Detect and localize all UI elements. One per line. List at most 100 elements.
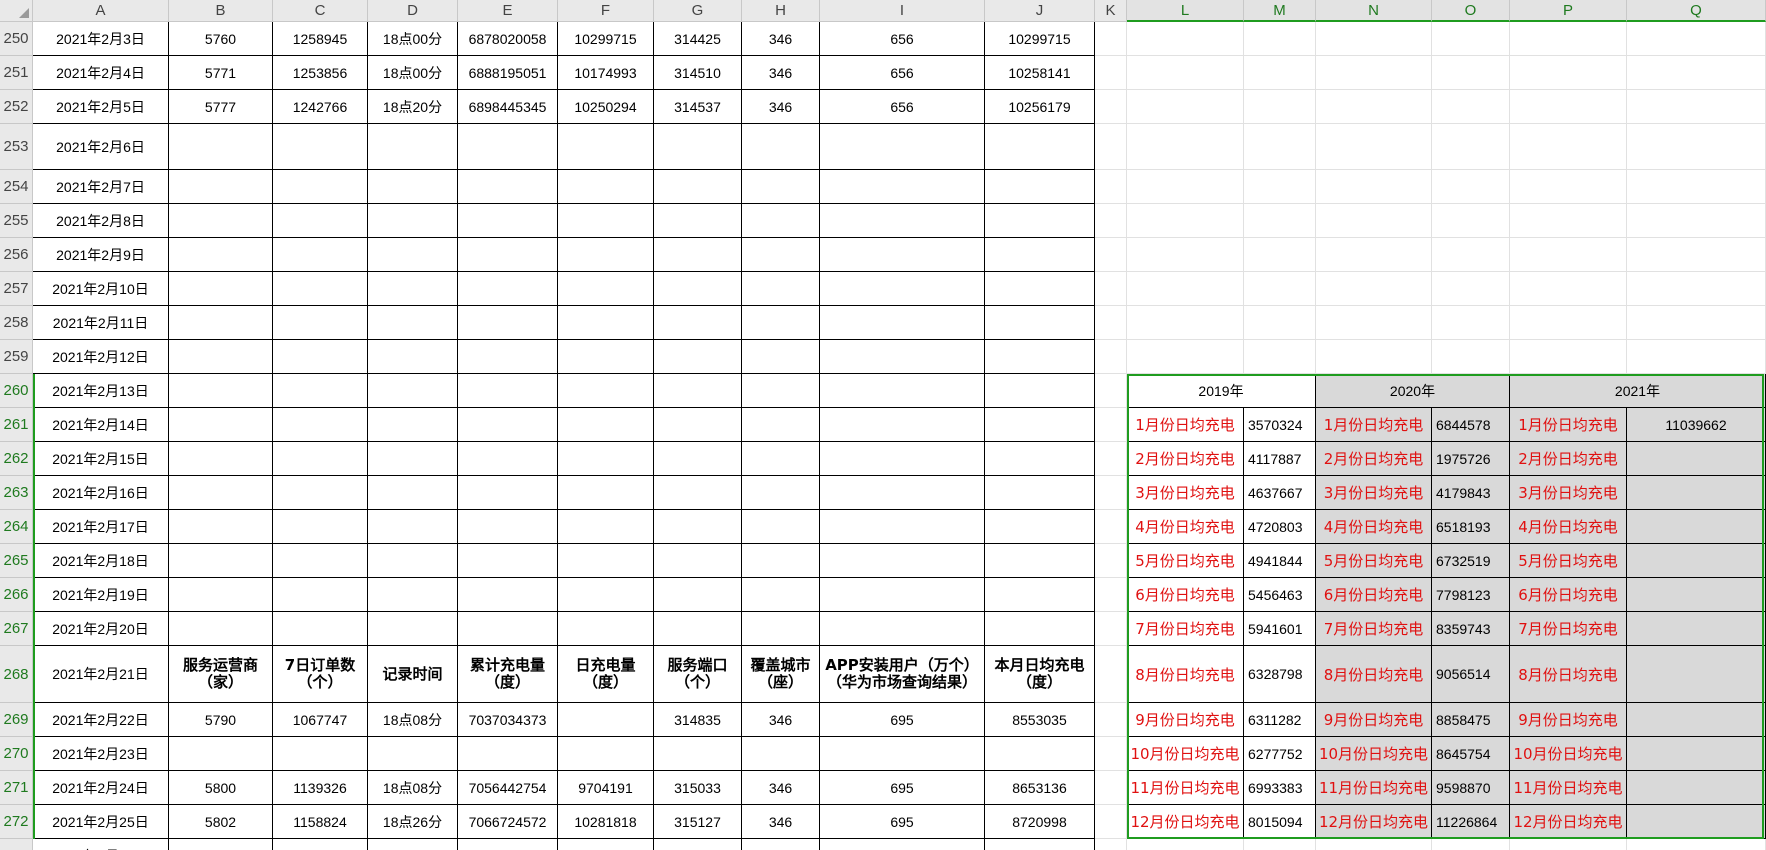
- month-label-2021[interactable]: 6月份日均充电: [1510, 578, 1627, 612]
- cell-b262[interactable]: [169, 442, 273, 476]
- cell-d260[interactable]: [368, 374, 458, 408]
- cell-m259[interactable]: [1244, 340, 1316, 374]
- cell-p255[interactable]: [1510, 204, 1627, 238]
- cell-o259[interactable]: [1432, 340, 1510, 374]
- cell-i262[interactable]: [820, 442, 985, 476]
- cell-d252[interactable]: 18点20分: [368, 90, 458, 124]
- cell-i256[interactable]: [820, 238, 985, 272]
- cell-f267[interactable]: [558, 612, 654, 646]
- cell-h253[interactable]: [742, 124, 820, 170]
- cell-k258[interactable]: [1095, 306, 1127, 340]
- value-2021[interactable]: [1627, 771, 1766, 805]
- cell-d258[interactable]: [368, 306, 458, 340]
- cell-j257[interactable]: [985, 272, 1095, 306]
- cell-d250[interactable]: 18点00分: [368, 22, 458, 56]
- month-label-2019[interactable]: 6月份日均充电: [1127, 578, 1244, 612]
- cell-b253[interactable]: [169, 124, 273, 170]
- cell-c269[interactable]: 1067747: [273, 703, 368, 737]
- cell-g259[interactable]: [654, 340, 742, 374]
- cell-n252[interactable]: [1316, 90, 1432, 124]
- value-2019[interactable]: 6277752: [1244, 737, 1316, 771]
- cell-o255[interactable]: [1432, 204, 1510, 238]
- column-header-j[interactable]: J: [985, 0, 1095, 22]
- column-header-i[interactable]: I: [820, 0, 985, 22]
- value-2020[interactable]: 4179843: [1432, 476, 1510, 510]
- cell-g270[interactable]: [654, 737, 742, 771]
- cell-a273[interactable]: 2021年2月26日: [33, 839, 169, 850]
- cell-j250[interactable]: 10299715: [985, 22, 1095, 56]
- cell-h250[interactable]: 346: [742, 22, 820, 56]
- cell-f253[interactable]: [558, 124, 654, 170]
- value-2020[interactable]: 11226864: [1432, 805, 1510, 839]
- cell-b251[interactable]: 5771: [169, 56, 273, 90]
- cell-i261[interactable]: [820, 408, 985, 442]
- cell-l258[interactable]: [1127, 306, 1244, 340]
- cell-m273[interactable]: [1244, 839, 1316, 850]
- value-2019[interactable]: 5941601: [1244, 612, 1316, 646]
- month-label-2020[interactable]: 1月份日均充电: [1316, 408, 1432, 442]
- cell-d266[interactable]: [368, 578, 458, 612]
- cell-f256[interactable]: [558, 238, 654, 272]
- cell-e259[interactable]: [458, 340, 558, 374]
- cell-b257[interactable]: [169, 272, 273, 306]
- cell-c264[interactable]: [273, 510, 368, 544]
- cell-k272[interactable]: [1095, 805, 1127, 839]
- cell-j256[interactable]: [985, 238, 1095, 272]
- cell-g261[interactable]: [654, 408, 742, 442]
- cell-g268[interactable]: 服务端口（个）: [654, 646, 742, 703]
- value-2020[interactable]: 6518193: [1432, 510, 1510, 544]
- cell-a271[interactable]: 2021年2月24日: [33, 771, 169, 805]
- cell-f255[interactable]: [558, 204, 654, 238]
- row-header-260[interactable]: 260: [0, 374, 33, 408]
- select-all-corner[interactable]: [0, 0, 33, 22]
- cell-e250[interactable]: 6878020058: [458, 22, 558, 56]
- cell-f251[interactable]: 10174993: [558, 56, 654, 90]
- cell-o257[interactable]: [1432, 272, 1510, 306]
- cell-j266[interactable]: [985, 578, 1095, 612]
- cell-e253[interactable]: [458, 124, 558, 170]
- cell-h269[interactable]: 346: [742, 703, 820, 737]
- cell-k256[interactable]: [1095, 238, 1127, 272]
- value-2019[interactable]: 4720803: [1244, 510, 1316, 544]
- value-2020[interactable]: 8359743: [1432, 612, 1510, 646]
- cell-k251[interactable]: [1095, 56, 1127, 90]
- value-2021[interactable]: [1627, 612, 1766, 646]
- month-label-2021[interactable]: 11月份日均充电: [1510, 771, 1627, 805]
- cell-p250[interactable]: [1510, 22, 1627, 56]
- row-header-259[interactable]: 259: [0, 340, 33, 374]
- cell-e264[interactable]: [458, 510, 558, 544]
- cell-h259[interactable]: [742, 340, 820, 374]
- cell-i253[interactable]: [820, 124, 985, 170]
- cell-c252[interactable]: 1242766: [273, 90, 368, 124]
- month-label-2021[interactable]: 7月份日均充电: [1510, 612, 1627, 646]
- cell-h255[interactable]: [742, 204, 820, 238]
- cell-d255[interactable]: [368, 204, 458, 238]
- value-2021[interactable]: [1627, 544, 1766, 578]
- cell-g257[interactable]: [654, 272, 742, 306]
- cell-f270[interactable]: [558, 737, 654, 771]
- cell-f259[interactable]: [558, 340, 654, 374]
- cell-p273[interactable]: [1510, 839, 1627, 850]
- cell-g260[interactable]: [654, 374, 742, 408]
- cell-a270[interactable]: 2021年2月23日: [33, 737, 169, 771]
- row-header-270[interactable]: 270: [0, 737, 33, 771]
- cell-n257[interactable]: [1316, 272, 1432, 306]
- cell-l255[interactable]: [1127, 204, 1244, 238]
- column-header-b[interactable]: B: [169, 0, 273, 22]
- cell-k260[interactable]: [1095, 374, 1127, 408]
- cell-g252[interactable]: 314537: [654, 90, 742, 124]
- cell-p258[interactable]: [1510, 306, 1627, 340]
- cell-q257[interactable]: [1627, 272, 1766, 306]
- value-2020[interactable]: 9056514: [1432, 646, 1510, 703]
- cell-i266[interactable]: [820, 578, 985, 612]
- cell-i254[interactable]: [820, 170, 985, 204]
- cell-k259[interactable]: [1095, 340, 1127, 374]
- cell-h270[interactable]: [742, 737, 820, 771]
- cell-j259[interactable]: [985, 340, 1095, 374]
- row-header-252[interactable]: 252: [0, 90, 33, 124]
- cell-j262[interactable]: [985, 442, 1095, 476]
- month-label-2021[interactable]: 9月份日均充电: [1510, 703, 1627, 737]
- cell-g269[interactable]: 314835: [654, 703, 742, 737]
- cell-e263[interactable]: [458, 476, 558, 510]
- cell-h252[interactable]: 346: [742, 90, 820, 124]
